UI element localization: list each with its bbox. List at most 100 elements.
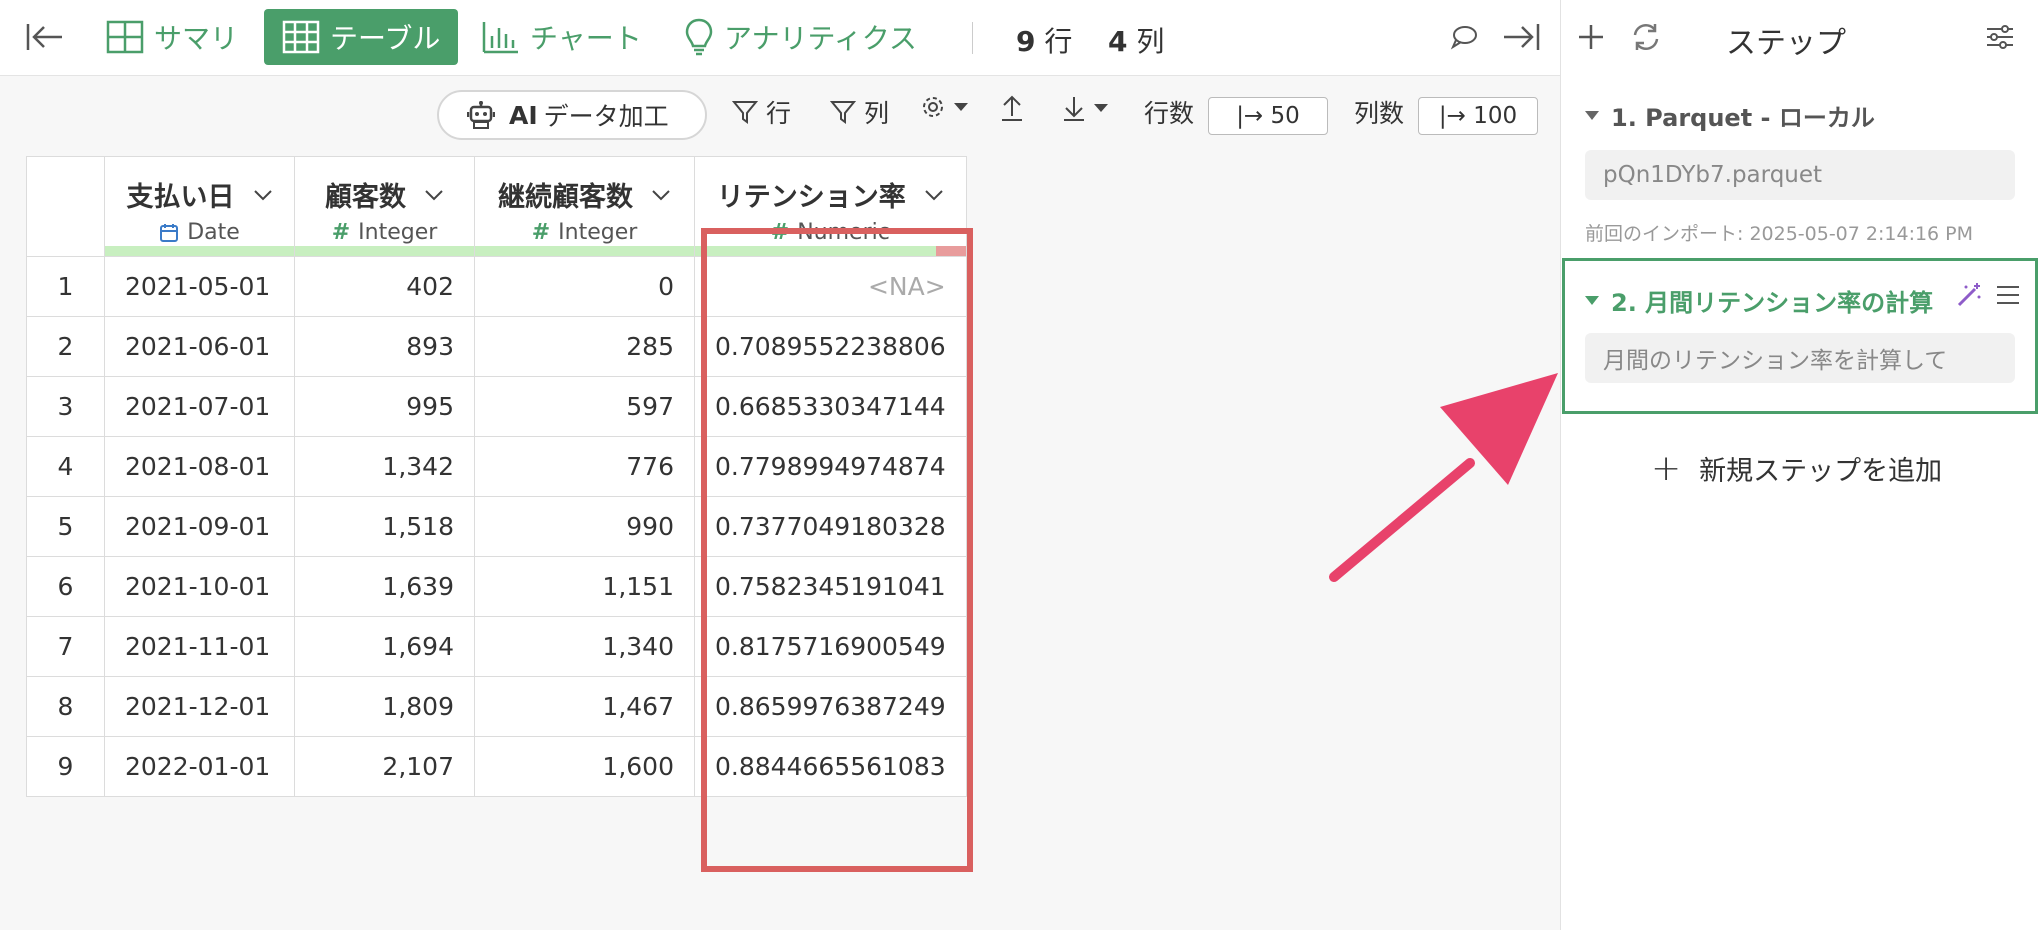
cell-retained[interactable]: 0 bbox=[474, 256, 695, 317]
step-2-card[interactable]: 2. 月間リテンション率の計算 月間のリテンション率を計算して bbox=[1562, 258, 2038, 414]
cell-date[interactable]: 2022-01-01 bbox=[104, 736, 295, 797]
cell-date[interactable]: 2021-09-01 bbox=[104, 496, 295, 557]
cell-retained[interactable]: 990 bbox=[474, 496, 695, 557]
column-header-retained-customers[interactable]: 継続顧客数 # Integer bbox=[474, 156, 695, 257]
row-number: 2 bbox=[26, 316, 105, 377]
chevron-down-icon[interactable] bbox=[924, 189, 944, 201]
ai-prefix: AI bbox=[509, 100, 538, 130]
filter-icon bbox=[830, 101, 856, 124]
rows-limit-input[interactable]: |→ 50 bbox=[1208, 97, 1328, 135]
download-dropdown-button[interactable] bbox=[1062, 94, 1110, 122]
row-filter-button[interactable]: 行 bbox=[732, 94, 791, 130]
steps-panel: ステップ 1. Parquet - ローカル pQn1DYb7.parquet … bbox=[1560, 0, 2038, 930]
column-header-customers[interactable]: 顧客数 # Integer bbox=[294, 156, 475, 257]
column-type: # Numeric bbox=[695, 220, 966, 245]
cell-retained[interactable]: 1,151 bbox=[474, 556, 695, 617]
column-name-text: リテンション率 bbox=[716, 182, 906, 213]
column-type-text: Date bbox=[187, 220, 240, 245]
collapse-right-button[interactable] bbox=[1502, 9, 1540, 65]
caret-down-icon bbox=[954, 103, 968, 111]
step-1-title: 1. Parquet - ローカル bbox=[1611, 104, 1875, 132]
column-header-payment-date[interactable]: 支払い日 Date bbox=[104, 156, 295, 257]
comment-button[interactable] bbox=[1450, 9, 1478, 65]
step-1-file[interactable]: pQn1DYb7.parquet bbox=[1585, 150, 2015, 200]
sliders-icon bbox=[1987, 25, 2013, 49]
tab-analytics[interactable]: アナリティクス bbox=[684, 9, 917, 65]
column-filter-label: 列 bbox=[864, 99, 890, 128]
cell-retained[interactable]: 1,600 bbox=[474, 736, 695, 797]
cell-customers[interactable]: 995 bbox=[294, 376, 475, 437]
cell-retention-rate[interactable]: 0.6685330347144 bbox=[694, 376, 967, 437]
row-count-unit: 行 bbox=[1044, 25, 1073, 58]
table-row: 3 2021-07-01 995 597 0.6685330347144 bbox=[26, 376, 967, 437]
panel-settings-button[interactable] bbox=[1985, 9, 2015, 65]
table-row: 5 2021-09-01 1,518 990 0.7377049180328 bbox=[26, 496, 967, 557]
cell-retained[interactable]: 776 bbox=[474, 436, 695, 497]
magic-wand-icon[interactable] bbox=[1955, 281, 1983, 309]
cell-customers[interactable]: 1,639 bbox=[294, 556, 475, 617]
cell-retention-rate[interactable]: 0.8175716900549 bbox=[694, 616, 967, 677]
settings-dropdown-button[interactable] bbox=[920, 94, 970, 120]
column-filter-button[interactable]: 列 bbox=[830, 94, 889, 130]
cell-retained[interactable]: 597 bbox=[474, 376, 695, 437]
tab-table[interactable]: テーブル bbox=[264, 9, 459, 65]
step-1-header[interactable]: 1. Parquet - ローカル bbox=[1585, 98, 1875, 133]
lightbulb-icon bbox=[685, 18, 713, 56]
cell-customers[interactable]: 1,694 bbox=[294, 616, 475, 677]
ai-data-processing-button[interactable]: AI データ加工 bbox=[437, 90, 707, 140]
cell-retained[interactable]: 1,340 bbox=[474, 616, 695, 677]
collapse-left-button[interactable] bbox=[26, 9, 64, 65]
chevron-down-icon[interactable] bbox=[424, 189, 444, 201]
table-row: 9 2022-01-01 2,107 1,600 0.8844665561083 bbox=[26, 736, 967, 797]
cell-date[interactable]: 2021-11-01 bbox=[104, 616, 295, 677]
hash-icon: # bbox=[770, 220, 790, 245]
tab-chart[interactable]: チャート bbox=[482, 9, 642, 65]
tab-summary[interactable]: サマリ bbox=[106, 9, 238, 65]
chevron-down-icon[interactable] bbox=[253, 189, 273, 201]
cell-date[interactable]: 2021-10-01 bbox=[104, 556, 295, 617]
refresh-button[interactable] bbox=[1631, 9, 1661, 65]
chevron-down-icon[interactable] bbox=[651, 189, 671, 201]
row-number: 9 bbox=[26, 736, 105, 797]
menu-icon[interactable] bbox=[1995, 284, 2021, 306]
cell-customers[interactable]: 2,107 bbox=[294, 736, 475, 797]
row-number: 7 bbox=[26, 616, 105, 677]
add-button[interactable] bbox=[1577, 9, 1605, 65]
cell-customers[interactable]: 893 bbox=[294, 316, 475, 377]
col-count-unit: 列 bbox=[1136, 25, 1165, 58]
cell-date[interactable]: 2021-05-01 bbox=[104, 256, 295, 317]
cell-retention-rate[interactable]: 0.8844665561083 bbox=[694, 736, 967, 797]
caret-down-icon bbox=[1585, 296, 1599, 305]
filter-icon bbox=[732, 101, 758, 124]
cell-date[interactable]: 2021-12-01 bbox=[104, 676, 295, 737]
cell-date[interactable]: 2021-06-01 bbox=[104, 316, 295, 377]
annotation-arrow-icon bbox=[1329, 373, 1558, 582]
cols-limit-input[interactable]: |→ 100 bbox=[1418, 97, 1538, 135]
cell-date[interactable]: 2021-08-01 bbox=[104, 436, 295, 497]
cell-retention-rate[interactable]: 0.7377049180328 bbox=[694, 496, 967, 557]
cell-retained[interactable]: 1,467 bbox=[474, 676, 695, 737]
app: サマリ テーブル チャート アナリティクス 9 行 4 列 AI データ加工 行… bbox=[0, 0, 2038, 930]
quality-bar bbox=[105, 246, 294, 256]
step-2-prompt[interactable]: 月間のリテンション率を計算して bbox=[1585, 333, 2015, 383]
column-name: 顧客数 bbox=[295, 175, 474, 214]
cell-retention-rate[interactable]: 0.8659976387249 bbox=[694, 676, 967, 737]
add-step-button[interactable]: + 新規ステップを追加 bbox=[1651, 448, 1942, 489]
cell-customers[interactable]: 1,342 bbox=[294, 436, 475, 497]
cell-retention-rate[interactable]: 0.7798994974874 bbox=[694, 436, 967, 497]
arrow-up-icon bbox=[1002, 95, 1022, 121]
cell-retention-rate[interactable]: 0.7089552238806 bbox=[694, 316, 967, 377]
cell-customers[interactable]: 402 bbox=[294, 256, 475, 317]
cell-retained[interactable]: 285 bbox=[474, 316, 695, 377]
step-2-header[interactable]: 2. 月間リテンション率の計算 bbox=[1585, 283, 1933, 318]
cell-customers[interactable]: 1,518 bbox=[294, 496, 475, 557]
cell-retention-rate[interactable]: 0.7582345191041 bbox=[694, 556, 967, 617]
cell-date[interactable]: 2021-07-01 bbox=[104, 376, 295, 437]
upload-button[interactable] bbox=[1000, 94, 1024, 122]
robot-icon bbox=[467, 101, 495, 129]
cell-customers[interactable]: 1,809 bbox=[294, 676, 475, 737]
toolbar-divider bbox=[972, 22, 973, 54]
column-header-retention-rate[interactable]: リテンション率 # Numeric bbox=[694, 156, 967, 257]
tab-chart-label: チャート bbox=[530, 22, 642, 55]
cell-retention-rate[interactable]: <NA> bbox=[694, 256, 967, 317]
